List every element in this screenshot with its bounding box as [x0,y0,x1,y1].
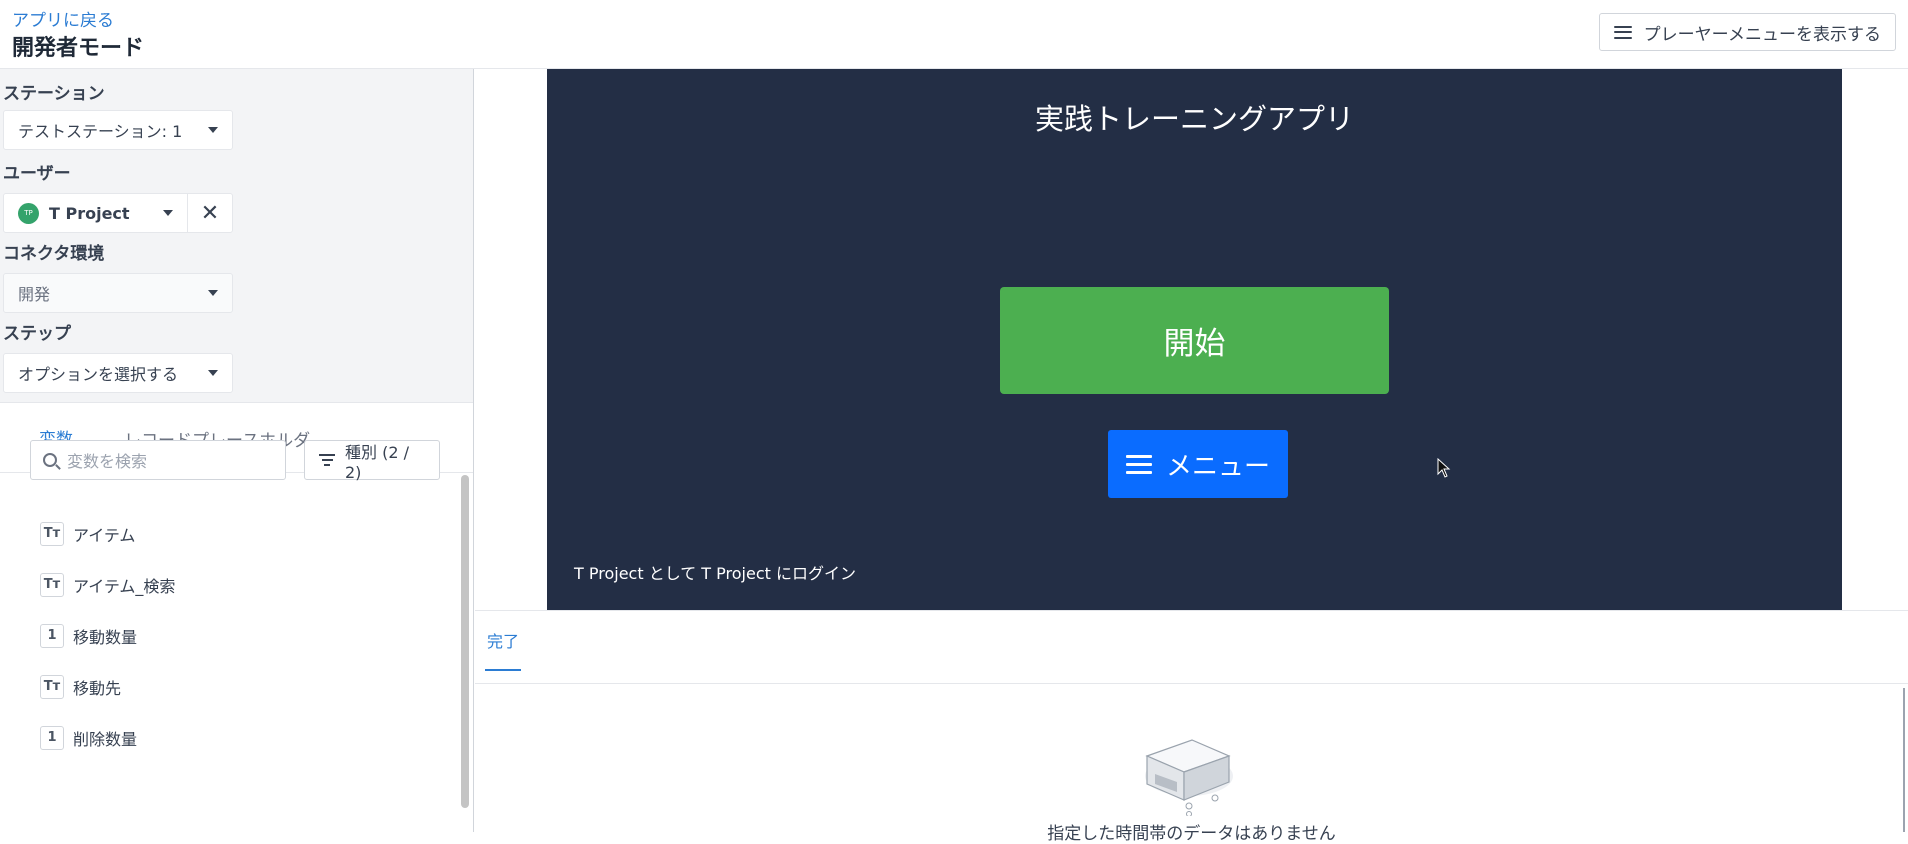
back-to-app-link[interactable]: アプリに戻る [12,6,114,31]
text-type-icon: Tт [40,521,64,546]
list-item[interactable]: Tт 移動先 [40,661,440,712]
chevron-down-icon [208,127,218,133]
connector-env-value: 開発 [18,285,51,304]
app-menu-label: メニュー [1165,451,1270,482]
clear-user-button[interactable]: ✕ [188,194,232,232]
header: アプリに戻る 開発者モード プレーヤーメニューを表示する [0,0,1908,69]
number-type-icon: 1 [40,725,64,750]
station-label: ステーション [3,84,105,104]
show-player-menu-label: プレーヤーメニューを表示する [1643,24,1881,45]
app-menu-button[interactable]: メニュー [1108,430,1288,498]
step-select[interactable]: オプションを選択する [3,353,233,393]
number-type-icon: 1 [40,623,64,648]
app-screen: 実践トレーニングアプリ 開始 メニュー T Project として T Proj… [547,69,1842,610]
variable-name: 移動先 [73,678,122,698]
variable-name: 移動数量 [73,627,138,647]
user-label: ユーザー [3,164,71,184]
variable-name: 削除数量 [73,729,138,749]
station-value: テストステーション: 1 [18,122,183,141]
text-type-icon: Tт [40,674,64,699]
debug-controls: ステーション テストステーション: 1 ユーザー TP T Project ✕ … [0,69,473,403]
page-title: 開発者モード [12,36,145,61]
chevron-down-icon [163,210,173,216]
variable-search-input[interactable]: 変数を検索 [30,440,286,480]
user-select[interactable]: TP T Project ✕ [3,193,233,233]
search-icon [43,453,57,467]
list-item[interactable]: 1 削除数量 [40,712,440,763]
variable-list: Tт アイテム Tт アイテム_検索 1 移動数量 Tт 移動先 1 削除数量 [40,508,440,763]
list-item[interactable]: Tт アイテム [40,508,440,559]
type-filter-label: 種別 (2 / 2) [345,442,409,482]
chevron-down-icon [208,370,218,376]
bottom-tabs: 完了 [475,611,1908,684]
tab-complete[interactable]: 完了 [485,611,522,671]
show-player-menu-button[interactable]: プレーヤーメニューを表示する [1598,13,1896,51]
station-select[interactable]: テストステーション: 1 [3,110,233,150]
chevron-down-icon [208,290,218,296]
text-type-icon: Tт [40,572,64,597]
avatar: TP [18,202,39,224]
user-dropdown[interactable]: TP T Project [4,194,188,232]
close-icon: ✕ [200,200,220,226]
user-value: T Project [49,203,130,223]
app-title: 実践トレーニングアプリ [1034,102,1354,136]
variable-name: アイテム_検索 [73,576,176,596]
search-placeholder: 変数を検索 [67,452,148,471]
variable-name: アイテム [73,525,136,545]
step-label: ステップ [3,324,71,344]
empty-state: 指定した時間帯のデータはありません [475,684,1908,844]
type-filter-button[interactable]: 種別 (2 / 2) [304,440,440,482]
login-status-text: T Project として T Project にログイン [574,564,856,583]
menu-icon [1613,25,1632,39]
variable-list-scrollbar[interactable] [461,475,469,808]
bottom-scrollbar[interactable] [1903,688,1905,832]
empty-box-icon [1145,739,1233,816]
start-button[interactable]: 開始 [1000,287,1389,394]
mouse-cursor-icon [1437,458,1451,478]
step-value: オプションを選択する [18,365,179,384]
list-item[interactable]: 1 移動数量 [40,610,440,661]
menu-icon [1125,454,1152,474]
connector-env-select[interactable]: 開発 [3,273,233,313]
list-item[interactable]: Tт アイテム_検索 [40,559,440,610]
connector-env-label: コネクタ環境 [3,244,105,264]
filter-icon [319,454,335,466]
